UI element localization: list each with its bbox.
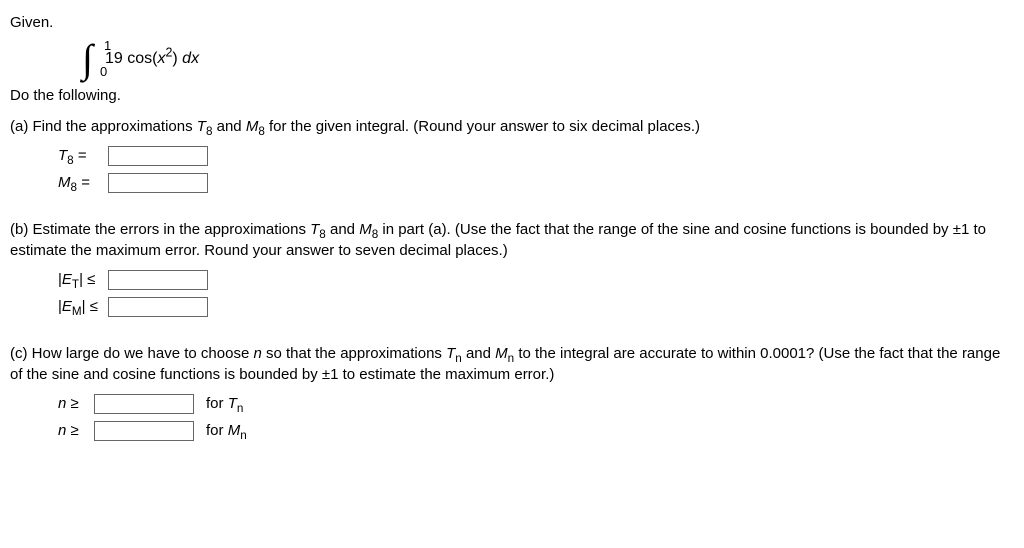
for-Mn-M: M [228,422,241,439]
n-Tn-input[interactable] [94,394,194,414]
for-Mn-n: n [240,429,247,442]
part-a-mid: and [212,118,245,135]
EM-M-sub: M [72,305,82,318]
ET-answer-row: |ET| ≤ [58,269,1014,290]
part-a-text: (a) Find the approximations T8 and M8 fo… [10,116,1014,137]
ET-E: E [62,271,72,288]
given-label: Given. [10,12,1014,33]
c-mid2: and [462,345,495,362]
integral-upper-limit: 1 [104,37,111,55]
EM-le: ≤ [90,298,98,315]
Tn-T: T [446,345,455,362]
part-b-before: (b) Estimate the errors in the approxima… [10,221,310,238]
nTn-ge: ≥ [71,395,79,412]
EM-label: |EM| ≤ [58,296,102,317]
T8-label: T8 = [58,145,102,166]
part-c-text: (c) How large do we have to choose n so … [10,343,1014,385]
M8-M: M [246,118,259,135]
nMn-ge: ≥ [71,422,79,439]
T8-eq: = [78,147,87,164]
integrand: 19 cos(x2) dx [105,48,199,70]
integral-symbol: ∫ [82,36,93,81]
do-following-label: Do the following. [10,85,1014,106]
Mn-M: M [495,345,508,362]
nMn-n: n [58,422,66,439]
part-b-text: (b) Estimate the errors in the approxima… [10,219,1014,261]
c-mid1: so that the approximations [262,345,446,362]
b-mid: and [326,221,359,238]
ET-input[interactable] [108,270,208,290]
for-Mn: for Mn [206,420,247,441]
M8-eq: = [81,174,90,191]
T8-label-T: T [58,147,67,164]
n-Mn-label: n ≥ [58,420,88,441]
func-close: ) [172,50,177,67]
for-Tn-T: T [228,395,237,412]
M8-answer-row: M8 = [58,172,1014,193]
M8-label: M8 = [58,172,102,193]
dx-d: d [182,50,191,67]
n-Mn-answer-row: n ≥ for Mn [58,420,1014,441]
for-Mn-text: for [206,422,228,439]
ET-bar2: | [79,271,83,288]
part-c-before: (c) How large do we have to choose [10,345,253,362]
dx-x: x [191,50,199,67]
M8-label-8: 8 [71,181,78,194]
part-a-after: for the given integral. (Round your answ… [265,118,700,135]
b-M8-M: M [359,221,372,238]
T8-answer-row: T8 = [58,145,1014,166]
part-a-before: (a) Find the approximations [10,118,197,135]
M8-label-M: M [58,174,71,191]
nTn-n: n [58,395,66,412]
EM-E: E [62,298,72,315]
b-T8-T: T [310,221,319,238]
T8-T: T [197,118,206,135]
M8-input[interactable] [108,173,208,193]
n-Mn-input[interactable] [94,421,194,441]
EM-input[interactable] [108,297,208,317]
integral-lower-limit: 0 [100,63,107,81]
ET-T-sub: T [72,278,79,291]
EM-answer-row: |EM| ≤ [58,296,1014,317]
for-Tn: for Tn [206,393,243,414]
c-n: n [253,345,261,362]
for-Tn-n: n [237,402,244,415]
EM-bar2: | [82,298,86,315]
func-cos-open: cos( [127,50,157,67]
n-Tn-answer-row: n ≥ for Tn [58,393,1014,414]
ET-le: ≤ [87,271,95,288]
for-Tn-text: for [206,395,228,412]
n-Tn-label: n ≥ [58,393,88,414]
ET-label: |ET| ≤ [58,269,102,290]
integral-expression: ∫ 1 0 19 cos(x2) dx [82,39,1014,79]
T8-input[interactable] [108,146,208,166]
T8-label-8: 8 [67,154,74,167]
